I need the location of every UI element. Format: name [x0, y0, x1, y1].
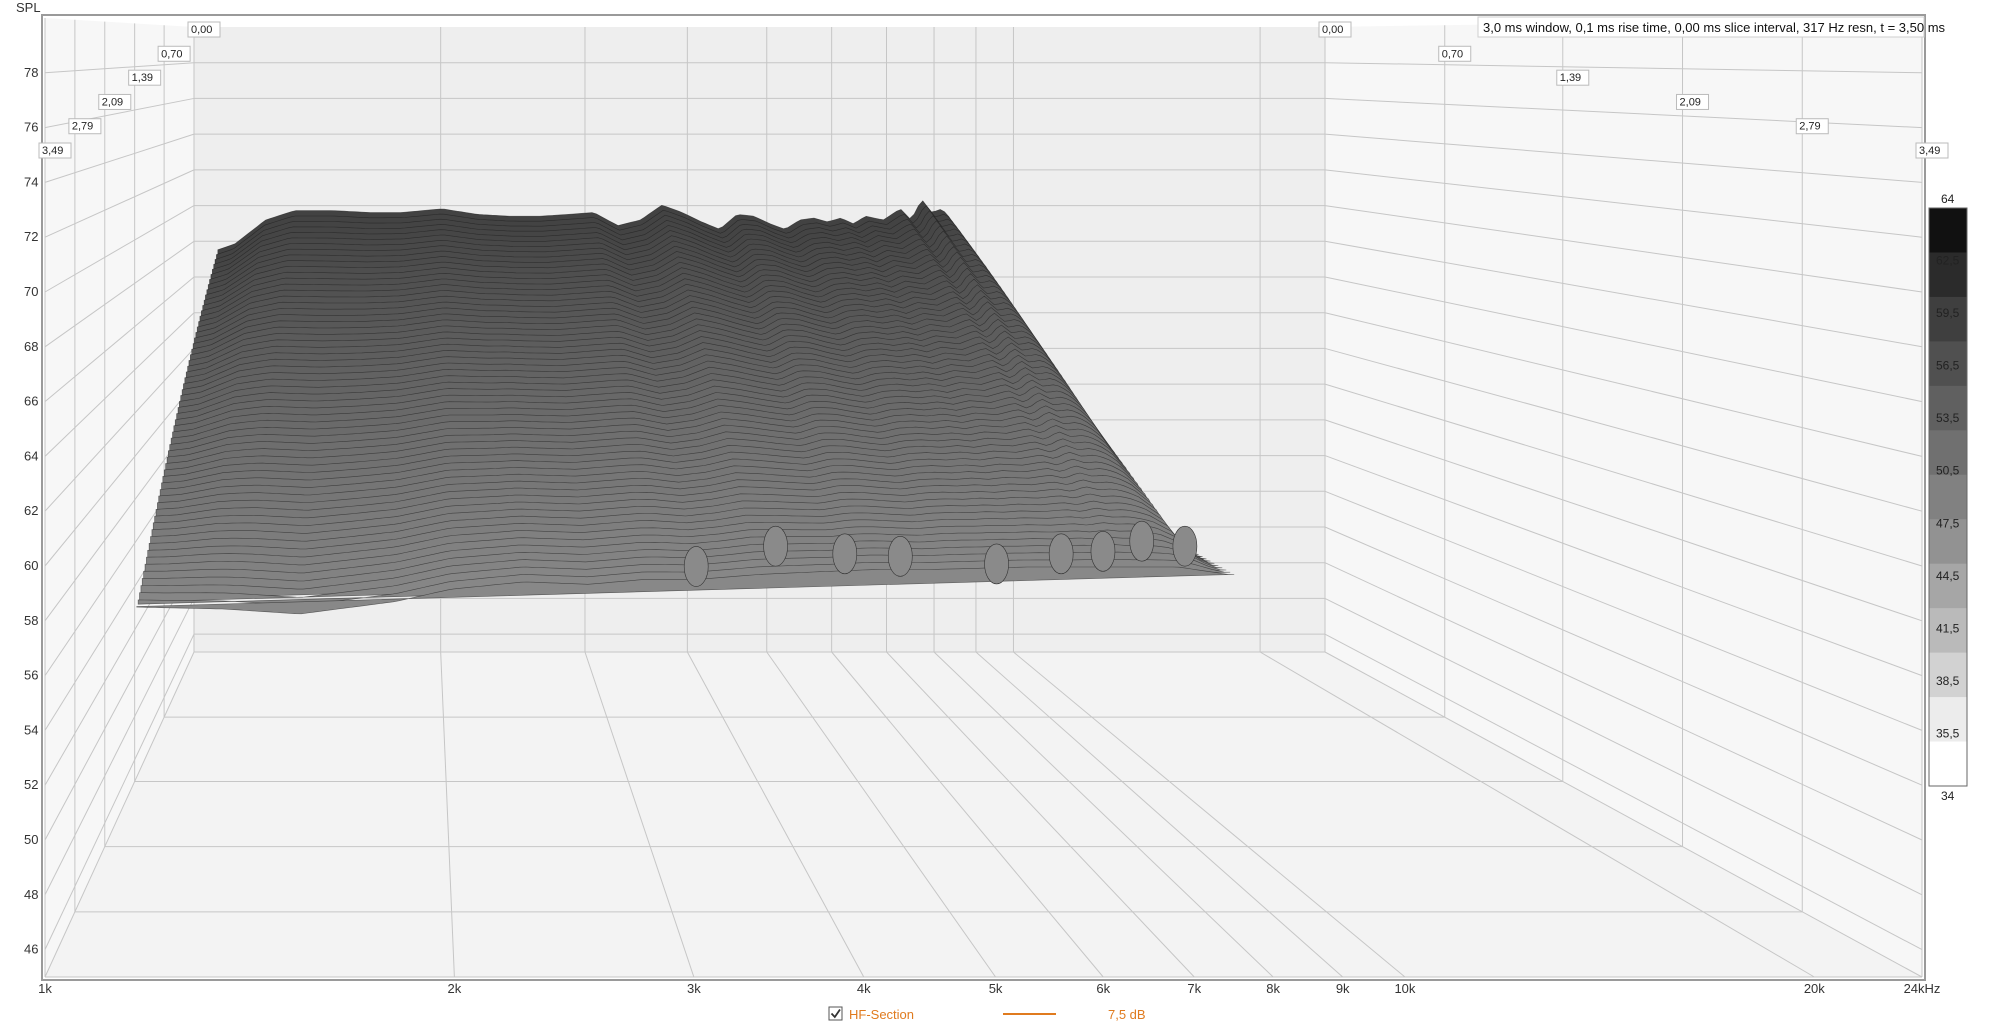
y-tick-label: 60	[24, 558, 38, 573]
time-label-left: 1,39	[128, 69, 162, 86]
color-scale: 64 62,5 59,5 56,5 53,5 50,5 47,5 44,5 41,5 38,5 35…	[1928, 192, 1968, 803]
x-tick-label: 10k	[1394, 981, 1415, 996]
x-tick-label: 5k	[989, 981, 1003, 996]
info-box: 3,0 ms window, 0,1 ms rise time, 0,00 ms…	[1477, 16, 1946, 38]
hf-section-checkbox[interactable]	[828, 1006, 843, 1021]
legend-value: 7,5 dB	[1108, 1007, 1146, 1022]
y-tick-label: 54	[24, 722, 38, 737]
y-tick-label: 56	[24, 668, 38, 683]
info-text: 3,0 ms window, 0,1 ms rise time, 0,00 ms…	[1483, 20, 1946, 35]
time-label-left: 0,00	[187, 21, 221, 38]
color-scale-label: 56,5	[1936, 359, 1960, 373]
time-label-left: 2,79	[68, 118, 102, 135]
color-scale-band	[1929, 741, 1967, 787]
color-scale-label: 35,5	[1936, 726, 1960, 740]
waterfall-plot: 0,00 0,00 0,70 0,70 1,39 1,39 2,09 2,09 2,79 2,79…	[0, 0, 2000, 1029]
time-label-text: 3,49	[42, 145, 63, 157]
color-scale-label: 47,5	[1936, 516, 1960, 530]
color-scale-label: 59,5	[1936, 306, 1960, 320]
time-label-text: 2,09	[1680, 96, 1701, 108]
time-label-right: 2,79	[1795, 118, 1829, 135]
color-scale-band	[1929, 474, 1967, 520]
color-scale-label: 38,5	[1936, 674, 1960, 688]
x-tick-label: 2k	[448, 981, 462, 996]
x-tick-label: 4k	[857, 981, 871, 996]
resonance-ridge	[887, 536, 913, 577]
color-scale-label: 53,5	[1936, 411, 1960, 425]
y-tick-label: 62	[24, 503, 38, 518]
time-label-right: 3,49	[1915, 142, 1949, 159]
y-tick-label: 68	[24, 339, 38, 354]
resonance-ridge	[683, 546, 709, 587]
y-tick-label: 70	[24, 284, 38, 299]
time-label-right: 0,00	[1318, 21, 1352, 38]
resonance-ridge	[763, 525, 788, 567]
time-label-text: 1,39	[1560, 72, 1581, 84]
time-label-right: 2,09	[1676, 93, 1710, 110]
y-tick-label: 50	[24, 832, 38, 847]
resonance-ridge	[1172, 525, 1198, 567]
y-tick-label: 64	[24, 448, 38, 463]
color-scale-label: 64	[1941, 192, 1955, 206]
y-tick-label: 74	[24, 174, 38, 189]
resonance-ridge	[1090, 530, 1116, 572]
resonance-ridge	[1048, 533, 1074, 575]
y-tick-label: 76	[24, 120, 38, 135]
time-label-left: 2,09	[98, 93, 132, 110]
x-tick-label: 8k	[1266, 981, 1280, 996]
color-scale-label: 34	[1941, 789, 1955, 803]
x-tick-label: 3k	[687, 981, 701, 996]
time-label-text: 1,39	[132, 72, 153, 84]
x-tick-label: 7k	[1187, 981, 1201, 996]
x-tick-label: 24kHz	[1904, 981, 1941, 996]
resonance-ridge	[832, 533, 858, 575]
resonance-ridge	[1129, 520, 1155, 562]
y-tick-label: 72	[24, 229, 38, 244]
y-tick-label: 78	[24, 65, 38, 80]
y-axis-title: SPL	[16, 0, 41, 15]
time-label-left: 3,49	[38, 142, 72, 159]
time-label-right: 1,39	[1556, 69, 1590, 86]
color-scale-label: 62,5	[1936, 254, 1960, 268]
x-tick-label: 20k	[1804, 981, 1825, 996]
time-label-text: 2,79	[72, 121, 93, 133]
y-tick-label: 66	[24, 394, 38, 409]
y-tick-label: 46	[24, 942, 38, 957]
color-scale-label: 44,5	[1936, 569, 1960, 583]
time-label-text: 0,00	[191, 24, 212, 36]
time-label-text: 2,79	[1799, 121, 1820, 133]
x-tick-label: 1k	[38, 981, 52, 996]
time-label-text: 0,70	[1442, 48, 1463, 60]
y-tick-label: 58	[24, 613, 38, 628]
time-label-text: 2,09	[102, 96, 123, 108]
resonance-ridge	[984, 543, 1009, 585]
time-label-text: 0,00	[1322, 24, 1343, 36]
time-label-text: 0,70	[161, 48, 182, 60]
time-label-left: 0,70	[157, 45, 191, 62]
x-tick-label: 9k	[1336, 981, 1350, 996]
y-tick-label: 52	[24, 777, 38, 792]
time-label-text: 3,49	[1919, 145, 1940, 157]
color-scale-band	[1929, 208, 1967, 253]
color-scale-label: 50,5	[1936, 464, 1960, 478]
time-label-right: 0,70	[1438, 45, 1472, 62]
y-tick-label: 48	[24, 887, 38, 902]
color-scale-label: 41,5	[1936, 621, 1960, 635]
x-tick-label: 6k	[1096, 981, 1110, 996]
legend-label: HF-Section	[849, 1007, 914, 1022]
